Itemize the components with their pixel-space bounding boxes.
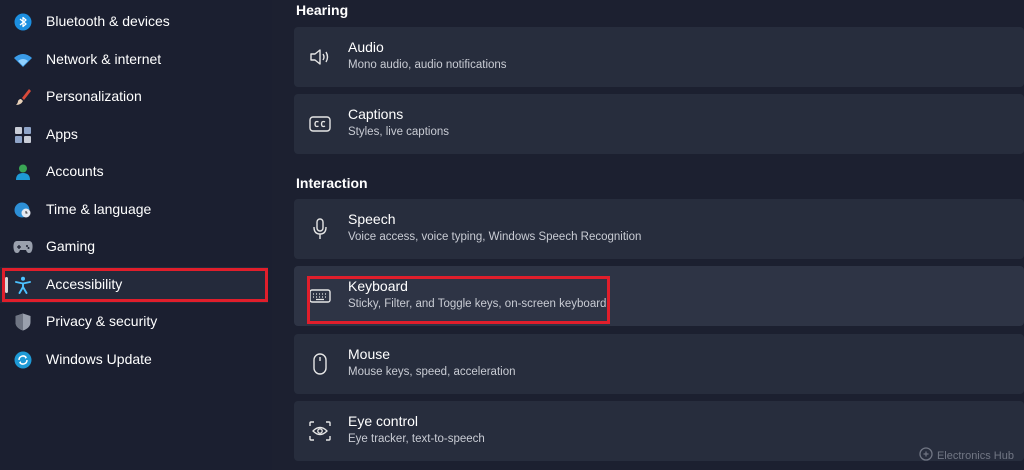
sidebar-item-label: Apps [46,126,78,142]
watermark: Electronics Hub [919,447,1014,464]
sidebar-item-apps[interactable]: Apps [0,117,268,153]
keyboard-card[interactable]: Keyboard Sticky, Filter, and Toggle keys… [294,266,1024,326]
captions-card[interactable]: Captions Styles, live captions [294,94,1024,154]
sidebar-item-gaming[interactable]: Gaming [0,229,268,265]
section-title-interaction: Interaction [296,175,368,191]
cc-icon [308,112,332,136]
card-subtitle: Eye tracker, text-to-speech [348,433,485,445]
card-subtitle: Styles, live captions [348,126,449,138]
card-title: Keyboard [348,278,408,294]
apps-icon [13,125,33,145]
globe-clock-icon [13,200,33,220]
sync-icon [13,350,33,370]
shield-icon [13,312,33,332]
card-subtitle: Sticky, Filter, and Toggle keys, on-scre… [348,298,607,310]
sidebar-item-label: Network & internet [46,51,162,67]
keyboard-icon [308,284,332,308]
card-title: Audio [348,39,384,55]
card-subtitle: Mono audio, audio notifications [348,59,507,71]
watermark-text: Electronics Hub [936,449,1014,462]
sidebar-item-time-language[interactable]: Time & language [0,192,268,228]
settings-sidebar: Bluetooth & devices Network & internet P… [0,0,272,470]
card-title: Mouse [348,346,391,362]
bluetooth-icon [13,12,33,32]
sidebar-item-accounts[interactable]: Accounts [0,154,268,190]
speaker-icon [308,45,332,69]
eye-control-card[interactable]: Eye control Eye tracker, text-to-speech [294,401,1024,461]
sidebar-item-label: Windows Update [46,351,152,367]
audio-card[interactable]: Audio Mono audio, audio notifications [294,27,1024,87]
speech-card[interactable]: Speech Voice access, voice typing, Windo… [294,199,1024,259]
sidebar-item-label: Time & language [46,201,152,217]
sidebar-item-label: Accounts [46,163,104,179]
section-title-hearing: Hearing [296,2,349,18]
sidebar-item-label: Privacy & security [46,313,158,329]
sidebar-item-accessibility[interactable]: Accessibility [0,267,268,303]
sidebar-item-label: Bluetooth & devices [46,13,170,29]
watermark-logo-icon [919,447,933,464]
sidebar-item-personalization[interactable]: Personalization [0,79,268,115]
selection-indicator [5,277,8,293]
sidebar-item-label: Gaming [46,238,96,254]
brush-icon [13,87,33,107]
sidebar-item-privacy-security[interactable]: Privacy & security [0,304,268,340]
sidebar-item-label: Accessibility [46,276,123,292]
microphone-icon [308,217,332,241]
card-subtitle: Mouse keys, speed, acceleration [348,366,516,378]
sidebar-item-bluetooth-devices[interactable]: Bluetooth & devices [0,4,268,40]
wifi-icon [13,50,33,70]
card-title: Speech [348,211,396,227]
gamepad-icon [13,237,33,257]
person-icon [13,162,33,182]
sidebar-item-label: Personalization [46,88,142,104]
sidebar-item-windows-update[interactable]: Windows Update [0,342,268,378]
card-subtitle: Voice access, voice typing, Windows Spee… [348,231,642,243]
sidebar-item-network-internet[interactable]: Network & internet [0,42,268,78]
accessibility-icon [13,275,33,295]
card-title: Eye control [348,413,419,429]
mouse-card[interactable]: Mouse Mouse keys, speed, acceleration [294,334,1024,394]
mouse-icon [308,352,332,376]
eye-control-icon [308,419,332,443]
accessibility-settings-content: Hearing Audio Mono audio, audio notifica… [272,0,1024,470]
card-title: Captions [348,106,404,122]
